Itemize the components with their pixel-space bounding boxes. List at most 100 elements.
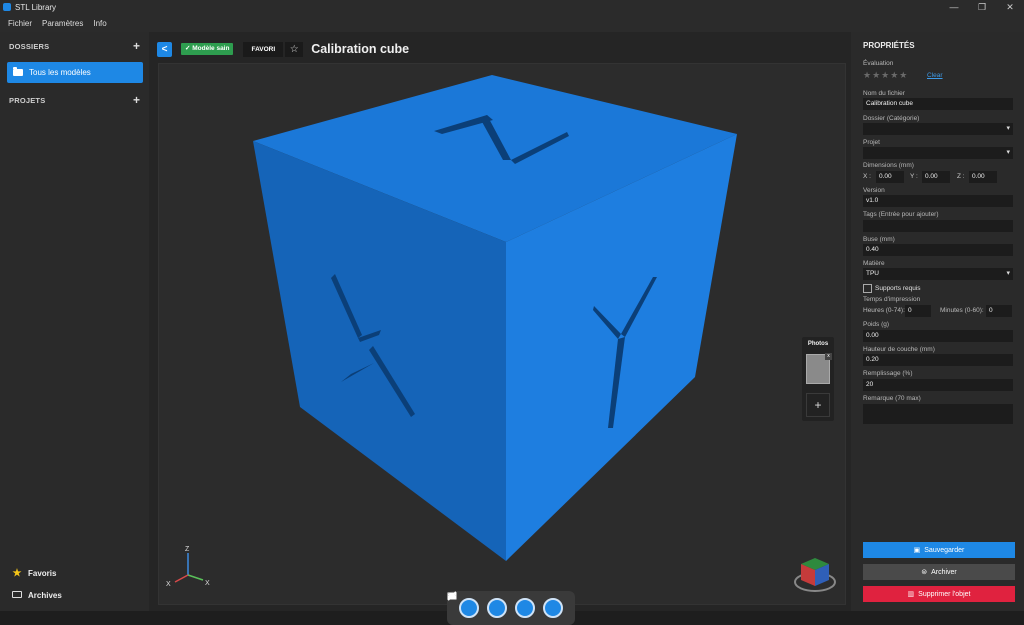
notes-field[interactable] bbox=[863, 404, 1013, 424]
delete-button[interactable]: ▥ Supprimer l'objet bbox=[863, 586, 1015, 602]
save-label: Sauvegarder bbox=[924, 546, 965, 554]
dimensions-row: X : 0.00 Y : 0.00 Z : 0.00 bbox=[863, 171, 1015, 183]
folder-select[interactable] bbox=[863, 123, 1013, 135]
weight-field[interactable]: 0.00 bbox=[863, 330, 1013, 342]
main-panel: < ✓ Modèle sain FAVORI ☆ Calibration cub… bbox=[149, 32, 851, 625]
filename-label: Nom du fichier bbox=[863, 90, 905, 97]
folders-heading: DOSSIERS bbox=[9, 42, 50, 51]
cube-render: Z X X bbox=[166, 75, 836, 592]
photos-label: Photos bbox=[807, 341, 829, 347]
sidebar-item-favorites[interactable]: ★ Favoris bbox=[11, 568, 57, 579]
star-toggle-icon[interactable]: ☆ bbox=[285, 41, 304, 57]
rating-stars[interactable]: ★★★★★ bbox=[863, 70, 908, 81]
close-button[interactable]: ✕ bbox=[996, 0, 1024, 14]
image-icon[interactable] bbox=[447, 592, 507, 618]
maximize-button[interactable]: ❐ bbox=[968, 0, 996, 14]
axis-label-x-left: X bbox=[166, 581, 171, 588]
folder-outline-icon bbox=[11, 590, 23, 601]
supports-label: Supports requis bbox=[875, 285, 921, 292]
properties-panel: PROPRIÉTÉS Évaluation ★★★★★ Clear Nom du… bbox=[851, 32, 1024, 611]
nozzle-field[interactable]: 0.40 bbox=[863, 244, 1013, 256]
axis-label-z: Z bbox=[185, 546, 190, 553]
project-select[interactable] bbox=[863, 147, 1013, 159]
menu-parametres[interactable]: Paramètres bbox=[42, 19, 83, 28]
app-icon bbox=[3, 3, 11, 11]
clear-rating-link[interactable]: Clear bbox=[927, 72, 943, 79]
axis-label-x-right: X bbox=[205, 580, 210, 587]
hours-label: Heures (0-74): bbox=[863, 307, 905, 314]
dimensions-label: Dimensions (mm) bbox=[863, 162, 914, 169]
archive-icon: ⊜ bbox=[921, 569, 928, 576]
projects-heading: PROJETS bbox=[9, 96, 46, 105]
archive-label: Archiver bbox=[931, 568, 957, 576]
notes-label: Remarque (70 max) bbox=[863, 395, 921, 402]
print-time-row: Heures (0-74): 0 Minutes (0-60): 0 bbox=[863, 305, 1015, 317]
healthy-model-badge: ✓ Modèle sain bbox=[181, 43, 234, 55]
add-photo-button[interactable]: + bbox=[806, 393, 830, 417]
photos-panel: Photos x + bbox=[802, 337, 834, 421]
project-label: Projet bbox=[863, 139, 880, 146]
layer-height-label: Hauteur de couche (mm) bbox=[863, 346, 935, 353]
cloud-upload-icon[interactable] bbox=[448, 593, 535, 618]
archives-label: Archives bbox=[28, 591, 62, 600]
star-icon: ★ bbox=[12, 568, 22, 579]
sidebar: DOSSIERS + Tous les modèles PROJETS + ★ … bbox=[0, 32, 149, 611]
weight-label: Poids (g) bbox=[863, 321, 890, 328]
dim-y-label: Y : bbox=[910, 173, 918, 180]
back-button[interactable]: < bbox=[157, 41, 172, 57]
minutes-field[interactable]: 0 bbox=[986, 305, 1012, 317]
layer-height-field[interactable]: 0.20 bbox=[863, 354, 1013, 366]
save-button[interactable]: ▣ Sauvegarder bbox=[863, 542, 1015, 558]
trash-icon: ▥ bbox=[907, 591, 915, 598]
3d-viewport[interactable]: Z X X Photos x + bbox=[158, 63, 846, 625]
minimize-button[interactable]: — bbox=[940, 0, 968, 14]
sidebar-item-archives[interactable]: Archives bbox=[11, 590, 62, 601]
menu-info[interactable]: Info bbox=[93, 19, 106, 28]
favorite-button[interactable]: FAVORI bbox=[243, 41, 284, 57]
dim-x-field[interactable]: 0.00 bbox=[876, 171, 904, 183]
infill-field[interactable]: 20 bbox=[863, 379, 1013, 391]
tags-field[interactable] bbox=[863, 220, 1013, 232]
viewer-toolbar bbox=[447, 591, 575, 625]
model-header: < ✓ Modèle sain FAVORI ☆ Calibration cub… bbox=[157, 40, 409, 58]
favorites-label: Favoris bbox=[28, 569, 57, 578]
dim-z-field[interactable]: 0.00 bbox=[969, 171, 997, 183]
axis-gizmo: Z X X bbox=[166, 546, 210, 588]
print-time-label: Temps d'impression bbox=[863, 296, 921, 303]
rating-label: Évaluation bbox=[863, 60, 894, 67]
eye-icon[interactable] bbox=[447, 593, 563, 618]
checkbox-box[interactable] bbox=[863, 284, 872, 293]
version-label: Version bbox=[863, 187, 885, 194]
sidebar-item-label: Tous les modèles bbox=[29, 68, 91, 77]
filename-field[interactable]: Calibration cube bbox=[863, 98, 1013, 110]
hours-field[interactable]: 0 bbox=[905, 305, 931, 317]
dim-x-label: X : bbox=[863, 173, 871, 180]
window-controls: — ❐ ✕ bbox=[940, 0, 1024, 14]
material-label: Matière bbox=[863, 260, 885, 267]
view-cube[interactable] bbox=[794, 558, 836, 592]
minutes-label: Minutes (0-60): bbox=[940, 307, 984, 314]
model-title: Calibration cube bbox=[311, 42, 410, 56]
supports-checkbox[interactable]: Supports requis bbox=[863, 284, 921, 293]
delete-label: Supprimer l'objet bbox=[918, 590, 971, 598]
remove-photo-button[interactable]: x bbox=[825, 353, 832, 360]
photo-thumbnail[interactable]: x bbox=[806, 353, 832, 384]
dim-y-field[interactable]: 0.00 bbox=[922, 171, 950, 183]
dim-z-label: Z : bbox=[957, 173, 965, 180]
folder-icon bbox=[13, 67, 23, 76]
add-folder-button[interactable]: + bbox=[133, 40, 140, 52]
folder-label: Dossier (Catégorie) bbox=[863, 115, 920, 122]
version-field[interactable]: v1.0 bbox=[863, 195, 1013, 207]
add-project-button[interactable]: + bbox=[133, 94, 140, 106]
measure-icon[interactable] bbox=[447, 591, 479, 618]
properties-heading: PROPRIÉTÉS bbox=[863, 41, 915, 50]
menu-bar: Fichier Paramètres Info bbox=[0, 14, 1024, 32]
archive-button[interactable]: ⊜ Archiver bbox=[863, 564, 1015, 580]
nozzle-label: Buse (mm) bbox=[863, 236, 895, 243]
window-title: STL Library bbox=[15, 2, 57, 12]
sidebar-item-all-models[interactable]: Tous les modèles bbox=[7, 62, 143, 83]
menu-fichier[interactable]: Fichier bbox=[8, 19, 32, 28]
title-bar: STL Library — ❐ ✕ bbox=[0, 0, 1024, 14]
material-select[interactable]: TPU bbox=[863, 268, 1013, 280]
tags-label: Tags (Entrée pour ajouter) bbox=[863, 211, 939, 218]
